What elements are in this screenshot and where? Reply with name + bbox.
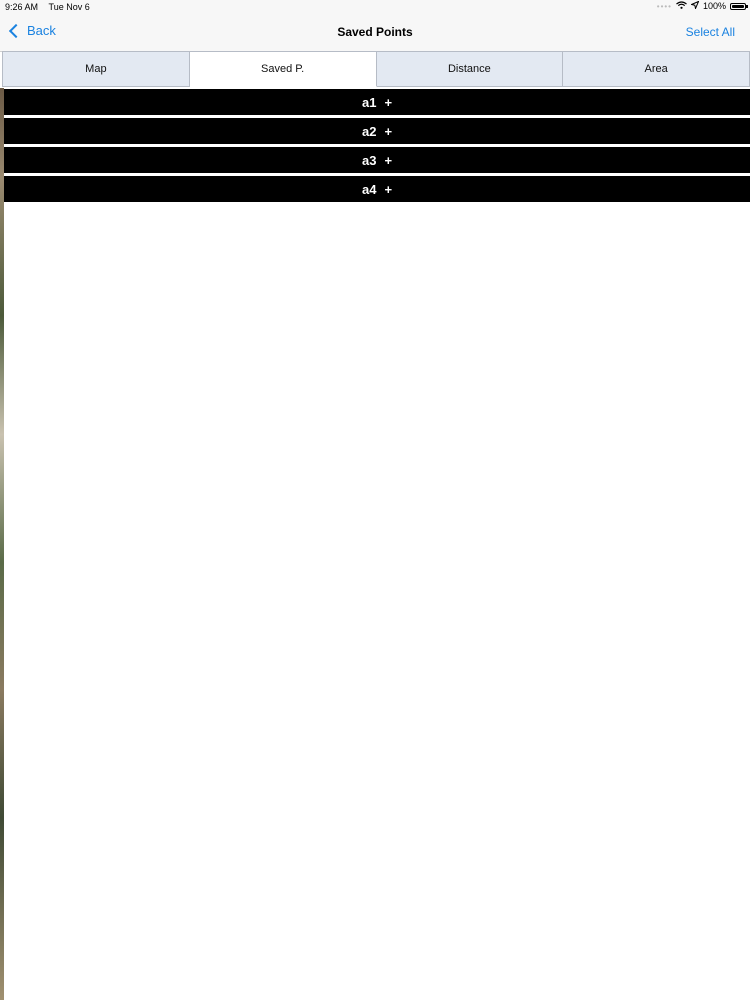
map-edge-strip xyxy=(0,88,4,1000)
status-left: 9:26 AM Tue Nov 6 xyxy=(5,2,90,12)
location-arrow-icon xyxy=(689,0,700,11)
saved-points-screen: 9:26 AM Tue Nov 6 •••• 100% Back Saved P… xyxy=(0,0,750,1000)
saved-points-list: a1 + a2 + a3 + a4 + xyxy=(4,89,750,205)
point-label: a1 xyxy=(361,94,377,110)
tab-distance[interactable]: Distance xyxy=(376,51,564,87)
point-label: a4 xyxy=(361,181,377,197)
point-label: a3 xyxy=(361,152,377,168)
tab-map[interactable]: Map xyxy=(2,51,190,87)
select-all-button[interactable]: Select All xyxy=(686,25,735,39)
expand-plus-icon[interactable]: + xyxy=(384,182,392,197)
point-label: a2 xyxy=(361,123,377,139)
battery-percent: 100% xyxy=(702,1,726,11)
list-item[interactable]: a1 + xyxy=(4,89,750,115)
navigation-bar: Back Saved Points Select All xyxy=(0,14,750,52)
battery-icon xyxy=(730,2,748,10)
list-item[interactable]: a2 + xyxy=(4,118,750,144)
expand-plus-icon[interactable]: + xyxy=(384,95,392,110)
wifi-icon xyxy=(676,1,687,11)
signal-dots-icon: •••• xyxy=(656,1,672,11)
list-item[interactable]: a3 + xyxy=(4,147,750,173)
status-date: Tue Nov 6 xyxy=(48,2,90,12)
page-title: Saved Points xyxy=(337,25,413,39)
tab-saved-points[interactable]: Saved P. xyxy=(189,51,377,87)
status-time: 9:26 AM xyxy=(5,2,39,12)
tab-area[interactable]: Area xyxy=(563,51,750,87)
list-item[interactable]: a4 + xyxy=(4,176,750,202)
status-right: •••• 100% xyxy=(653,0,748,11)
expand-plus-icon[interactable]: + xyxy=(384,153,392,168)
status-bar: 9:26 AM Tue Nov 6 •••• 100% xyxy=(0,0,750,14)
battery-fill xyxy=(732,4,744,8)
expand-plus-icon[interactable]: + xyxy=(384,124,392,139)
tab-bar: Map Saved P. Distance Area xyxy=(2,51,750,87)
